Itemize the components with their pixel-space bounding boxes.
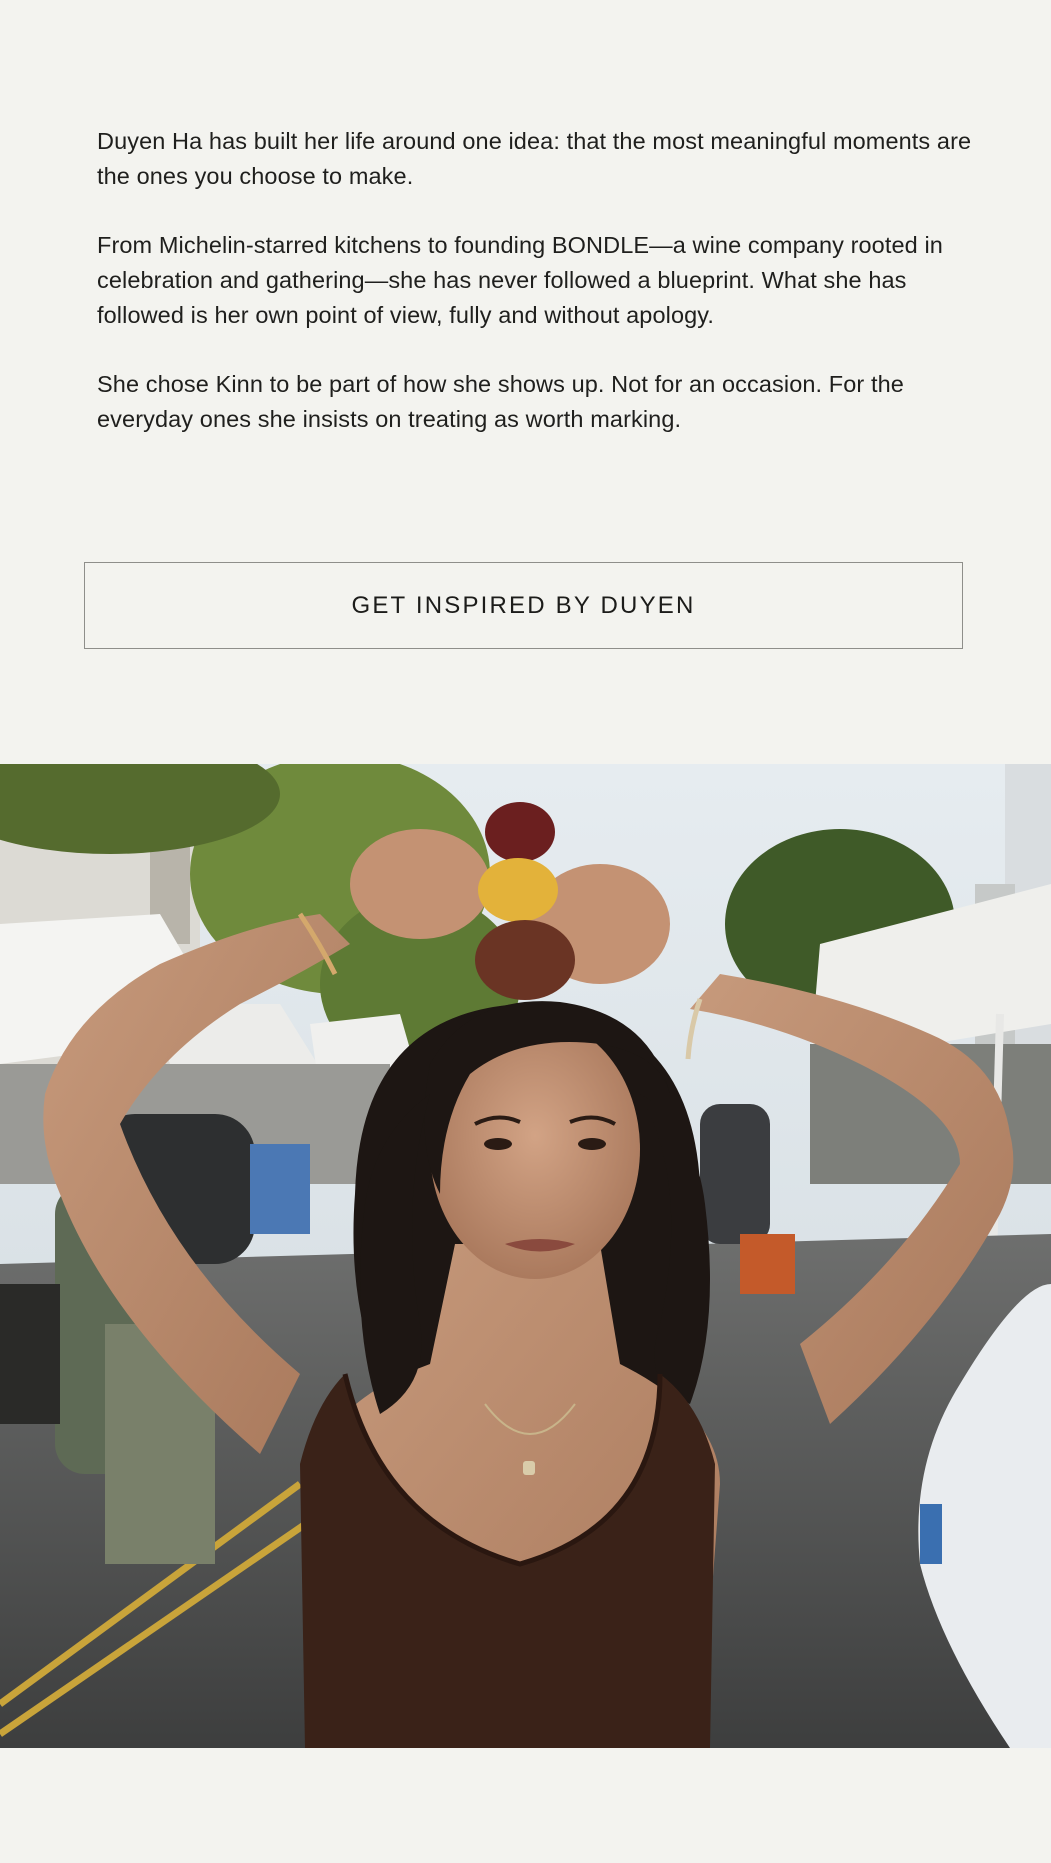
get-inspired-button[interactable]: GET INSPIRED BY DUYEN <box>84 562 963 649</box>
intro-paragraph-1: Duyen Ha has built her life around one i… <box>97 128 972 189</box>
intro-paragraph-3: She chose Kinn to be part of how she sho… <box>97 371 904 432</box>
hero-photo <box>0 764 1051 1748</box>
intro-copy: Duyen Ha has built her life around one i… <box>97 124 977 471</box>
intro-paragraph-2: From Michelin-starred kitchens to foundi… <box>97 232 943 328</box>
